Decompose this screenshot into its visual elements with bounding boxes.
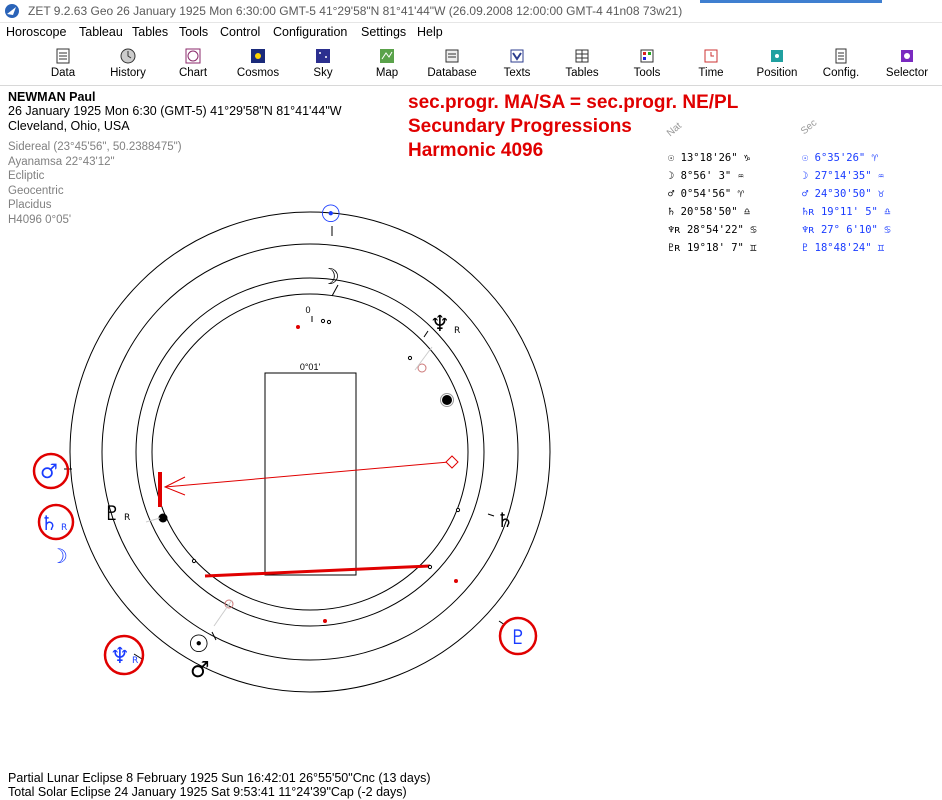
- planet-marker-circle: [417, 363, 427, 373]
- leader-line: [145, 517, 161, 523]
- natal-sun-glyph: ☉: [188, 630, 210, 658]
- retrograde-mark: R: [454, 326, 460, 336]
- natal-pluto-glyph: ♇: [103, 501, 121, 525]
- retrograde-mark: R: [132, 656, 138, 666]
- tick-dot: [427, 564, 433, 570]
- natal-moon-glyph: ☽: [320, 265, 340, 290]
- zero-degree-label: 0: [305, 305, 310, 315]
- tick-dot: [455, 507, 461, 513]
- natal-mars-glyph: ♂: [190, 658, 210, 683]
- midpoint-marker: [158, 472, 162, 507]
- natal-saturn-glyph: ♄: [496, 508, 514, 532]
- planet-tick: [423, 330, 429, 338]
- tick-dot: [191, 558, 197, 564]
- eclipse-info: Partial Lunar Eclipse 8 February 1925 Su…: [8, 771, 431, 799]
- secondary-pluto-glyph: ♇: [509, 625, 527, 649]
- midpoint-diamond: [445, 455, 459, 469]
- secondary-moon-glyph: ☽: [50, 544, 68, 568]
- lunar-eclipse-line: Partial Lunar Eclipse 8 February 1925 Su…: [8, 771, 431, 785]
- leader-line: [414, 346, 433, 371]
- tick-dot: [320, 318, 326, 324]
- secondary-neptune-glyph: ♆: [110, 644, 130, 669]
- harmonic-chart-wheel[interactable]: 0 0°01' ☽ ♆ R ♄ ♇ R ☉ ♂ ☉ ♂ ♄ R ☽ ♆ R ♇: [0, 0, 942, 800]
- aspect-point: [323, 619, 327, 623]
- tick-dot: [407, 355, 413, 361]
- aspect-point: [296, 325, 300, 329]
- planet-tick: [487, 513, 495, 517]
- retrograde-mark: R: [61, 523, 67, 533]
- tick-dot: [326, 319, 332, 325]
- solar-eclipse-line: Total Solar Eclipse 24 January 1925 Sat …: [8, 785, 407, 799]
- secondary-sun-glyph: ☉: [320, 200, 342, 228]
- orb-box-label: 0°01': [300, 362, 321, 372]
- secondary-mars-glyph: ♂: [40, 459, 58, 483]
- aspect-point: [454, 579, 458, 583]
- natal-neptune-glyph: ♆: [430, 312, 450, 337]
- retrograde-mark: R: [124, 513, 130, 523]
- leader-line: [213, 599, 233, 627]
- planet-dot: [442, 395, 452, 405]
